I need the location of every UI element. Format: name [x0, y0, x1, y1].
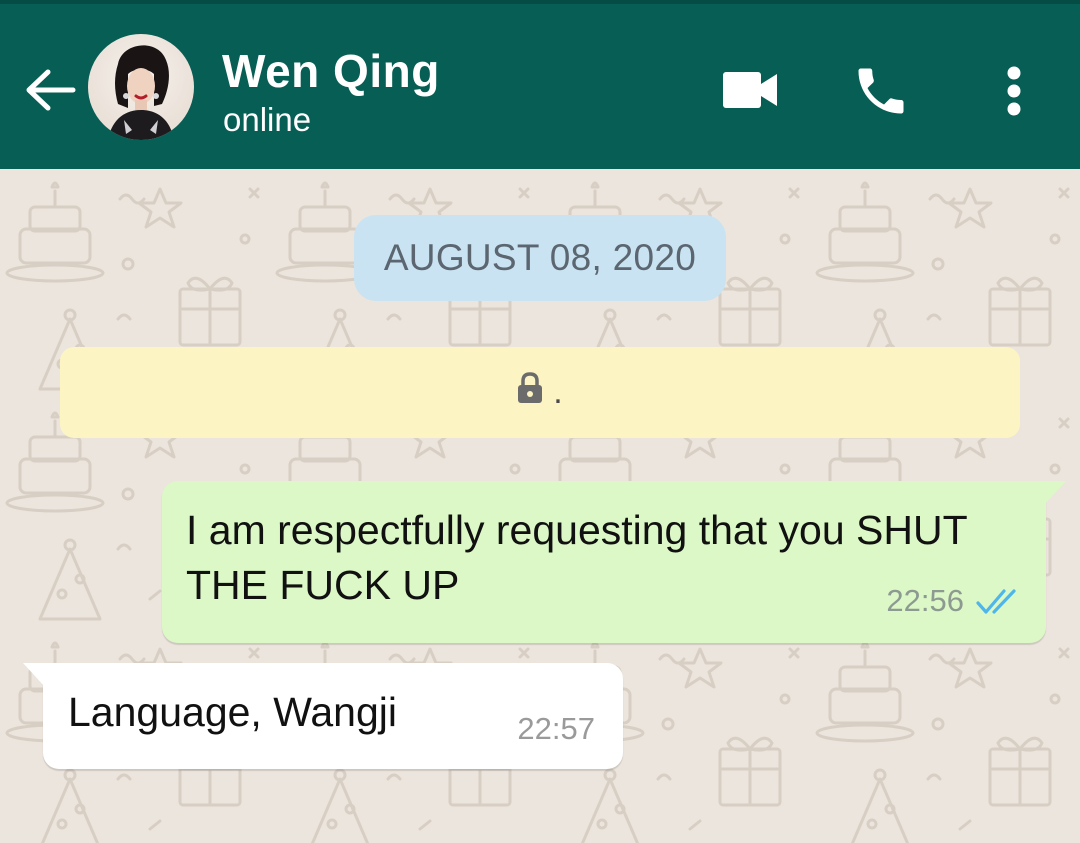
- outgoing-message[interactable]: I am respectfully requesting that you SH…: [162, 481, 1066, 643]
- back-button[interactable]: [22, 62, 78, 118]
- arrow-left-icon: [26, 69, 76, 111]
- voice-call-button[interactable]: [848, 58, 914, 124]
- chat-header: Wen Qing online: [0, 0, 1080, 169]
- date-separator: AUGUST 08, 2020: [354, 215, 726, 301]
- more-options-button[interactable]: [994, 58, 1034, 124]
- encryption-notice[interactable]: .: [60, 347, 1020, 438]
- message-time: 22:56: [886, 583, 964, 618]
- contact-avatar[interactable]: [88, 34, 194, 140]
- contact-status: online: [223, 101, 312, 138]
- bubble-tail: [23, 663, 45, 687]
- message-time: 22:57: [517, 711, 595, 746]
- phone-icon: [858, 68, 904, 114]
- chat-area[interactable]: AUGUST 08, 2020 . I am respectfully requ…: [0, 169, 1080, 843]
- bubble-tail: [1044, 481, 1066, 505]
- double-check-icon: [976, 589, 1016, 614]
- contact-name[interactable]: Wen Qing: [222, 44, 440, 98]
- video-camera-icon: [723, 72, 777, 108]
- more-vertical-icon: [1007, 66, 1021, 116]
- message-text: I am respectfully requesting that you SH…: [186, 507, 967, 608]
- incoming-message[interactable]: Language, Wangji 22:57: [23, 663, 623, 769]
- encryption-notice-text: .: [553, 373, 563, 411]
- video-call-button[interactable]: [718, 62, 782, 118]
- message-text: Language, Wangji: [68, 689, 398, 735]
- lock-icon: [517, 372, 543, 413]
- avatar-image: [88, 34, 194, 140]
